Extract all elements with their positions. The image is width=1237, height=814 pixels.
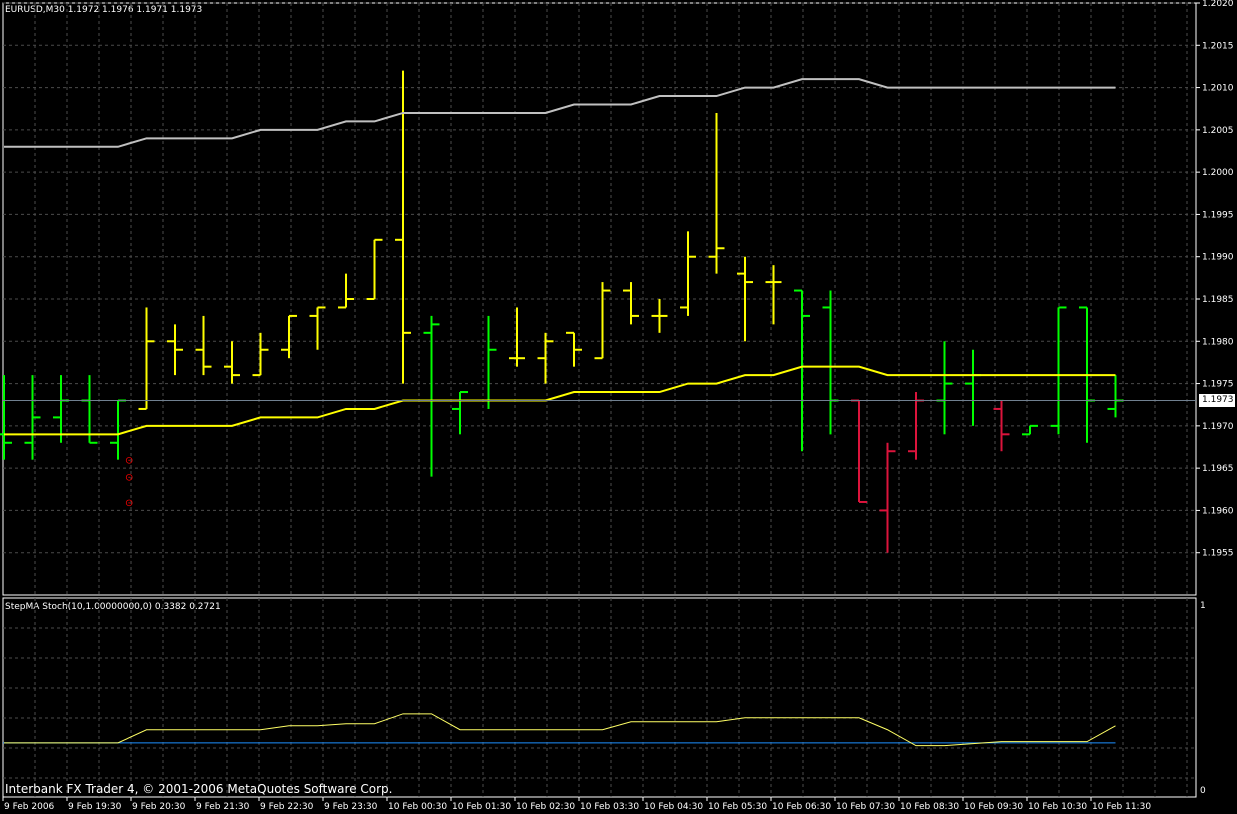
- signal-marker: ⊙: [125, 456, 133, 467]
- signal-marker: ⊙: [125, 473, 133, 484]
- price-tick-label: 1.2000: [1202, 168, 1234, 178]
- time-label: 9 Feb 2006: [4, 802, 55, 812]
- time-label: 10 Feb 11:30: [1092, 802, 1151, 812]
- time-label: 9 Feb 23:30: [324, 802, 378, 812]
- time-label: 10 Feb 06:30: [772, 802, 831, 812]
- price-tick-label: 1.1990: [1202, 253, 1234, 263]
- time-label: 10 Feb 02:30: [516, 802, 575, 812]
- price-tick-label: 1.2020: [1202, 0, 1234, 9]
- price-tick-label: 1.1960: [1202, 506, 1234, 516]
- indicator-axis-min: 0: [1200, 786, 1206, 796]
- time-label: 10 Feb 03:30: [580, 802, 639, 812]
- time-label: 10 Feb 08:30: [900, 802, 959, 812]
- price-chart[interactable]: 1.2020 1.2015 1.2010 1.2005 1.2000 1.1995 1.19…: [0, 0, 1237, 814]
- price-tick-label: 1.1985: [1202, 295, 1234, 305]
- time-label: 9 Feb 21:30: [196, 802, 250, 812]
- price-tick-label: 1.1965: [1202, 464, 1234, 474]
- time-label: 10 Feb 10:30: [1028, 802, 1087, 812]
- price-tick-label: 1.1970: [1202, 422, 1234, 432]
- time-label: 9 Feb 19:30: [68, 802, 122, 812]
- time-label: 10 Feb 01:30: [452, 802, 511, 812]
- time-label: 9 Feb 22:30: [260, 802, 314, 812]
- price-tick-label: 1.2005: [1202, 126, 1234, 136]
- price-tick-label: 1.1955: [1202, 549, 1234, 559]
- time-label: 10 Feb 05:30: [708, 802, 767, 812]
- price-tick-label: 1.2010: [1202, 84, 1234, 94]
- price-tick-label: 1.1980: [1202, 337, 1234, 347]
- time-label: 10 Feb 09:30: [964, 802, 1023, 812]
- price-tick-label: 1.1975: [1202, 380, 1234, 390]
- time-label: 10 Feb 07:30: [836, 802, 895, 812]
- copyright-text: Interbank FX Trader 4, © 2001-2006 MetaQ…: [5, 782, 393, 796]
- current-price-label: 1.1973: [1199, 394, 1235, 407]
- price-tick-label: 1.1995: [1202, 210, 1234, 220]
- time-label: 10 Feb 00:30: [388, 802, 447, 812]
- time-label: 9 Feb 20:30: [132, 802, 186, 812]
- indicator-axis-max: 1: [1200, 601, 1206, 611]
- signal-marker: ⊙: [125, 498, 133, 509]
- time-label: 10 Feb 04:30: [644, 802, 703, 812]
- indicator-line: [4, 713, 1116, 747]
- price-tick-label: 1.2015: [1202, 41, 1234, 51]
- slow-ma-line: [4, 78, 1116, 148]
